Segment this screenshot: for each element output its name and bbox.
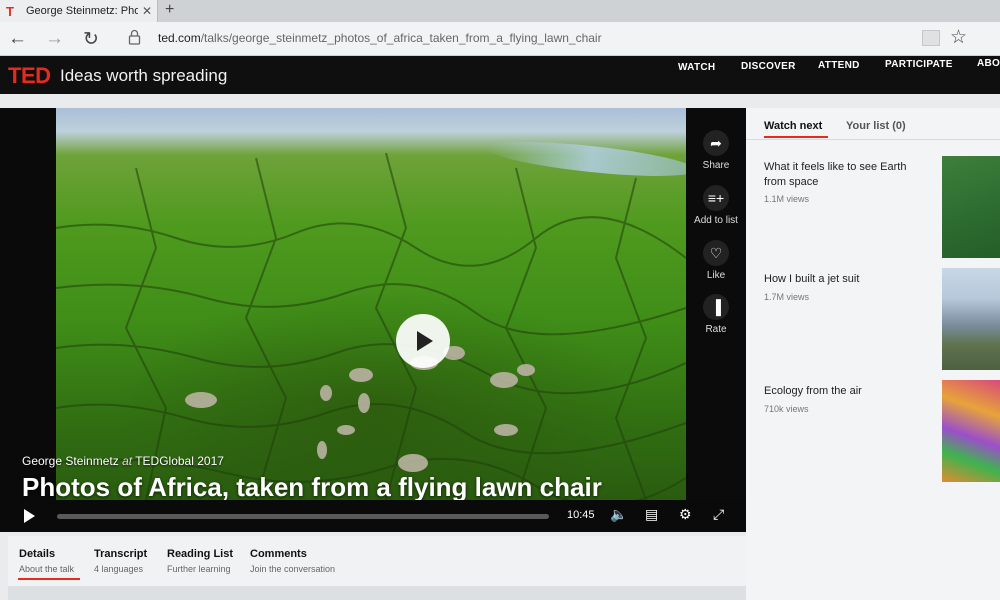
play-icon[interactable] [24, 509, 35, 523]
nav-participate[interactable]: PARTICIPATE [885, 59, 953, 70]
list-item[interactable]: What it feels like to see Earth from spa… [746, 156, 1000, 260]
tab-details-subtitle: About the talk [19, 564, 75, 574]
nav-discover[interactable]: DISCOVER [741, 61, 796, 72]
ted-logo[interactable]: TED [8, 63, 51, 89]
video-views: 1.1M views [764, 194, 810, 204]
refresh-icon[interactable]: ↻ [83, 28, 99, 51]
tab-details[interactable]: Details About the talk [19, 548, 74, 574]
nav-about[interactable]: ABOU [977, 58, 1000, 69]
close-tab-icon[interactable]: ✕ [142, 4, 152, 18]
lock-icon [128, 29, 141, 45]
rate-label: Rate [705, 324, 727, 335]
share-label: Share [702, 160, 730, 171]
browser-tab[interactable]: T George Steinmetz: Phot ✕ [0, 0, 158, 22]
page-content: ➦ Share ≡+ Add to list ♡ Like ▐ Rate Geo… [0, 94, 1000, 600]
tab-your-list[interactable]: Your list (0) [846, 120, 906, 132]
tab-reading-list[interactable]: Reading List Further learning [167, 548, 233, 574]
list-item[interactable]: Ecology from the air 710k views [746, 380, 1000, 484]
forward-icon[interactable]: → [45, 28, 64, 50]
ted-favicon-icon: T [6, 3, 14, 19]
ted-header: TED Ideas worth spreading WATCH DISCOVER… [0, 56, 1000, 94]
like-label: Like [706, 270, 726, 281]
tab-reading-list-title: Reading List [167, 548, 234, 560]
back-icon[interactable]: ← [8, 28, 27, 50]
player-side-actions: ➦ Share ≡+ Add to list ♡ Like ▐ Rate [686, 108, 746, 500]
captions-icon[interactable]: ▤ [645, 506, 658, 523]
page-bottom-divider [8, 586, 746, 600]
tab-transcript[interactable]: Transcript 4 languages [94, 548, 147, 574]
event-name[interactable]: TEDGlobal 2017 [135, 454, 224, 468]
sidebar-active-underline [764, 136, 828, 138]
rate-button[interactable]: ▐ Rate [686, 294, 746, 335]
share-button[interactable]: ➦ Share [686, 130, 746, 171]
url-field[interactable]: ted.com/talks/george_steinmetz_photos_of… [158, 31, 602, 45]
video-player[interactable]: ➦ Share ≡+ Add to list ♡ Like ▐ Rate Geo… [0, 108, 746, 532]
nav-attend[interactable]: ATTEND [818, 60, 860, 71]
like-button[interactable]: ♡ Like [686, 240, 746, 281]
screen: T George Steinmetz: Phot ✕ + ← → ↻ ted.c… [0, 0, 1000, 600]
tab-title: George Steinmetz: Phot [26, 5, 138, 17]
speaker-name[interactable]: George Steinmetz [22, 454, 119, 468]
ted-tagline: Ideas worth spreading [60, 66, 228, 85]
tab-details-title: Details [19, 548, 56, 560]
add-to-list-button[interactable]: ≡+ Add to list [686, 185, 746, 226]
tab-comments-subtitle: Join the conversation [250, 564, 336, 574]
video-thumbnail[interactable] [942, 380, 1000, 482]
address-bar-row: ← → ↻ ted.com/talks/george_steinmetz_pho… [0, 22, 1000, 56]
video-views: 710k views [764, 404, 809, 414]
active-tab-underline [18, 578, 80, 580]
volume-icon[interactable]: 🔈 [610, 506, 627, 523]
big-play-button[interactable] [396, 314, 450, 368]
new-tab-icon[interactable]: + [165, 1, 174, 19]
tab-reading-list-subtitle: Further learning [167, 564, 231, 574]
speaker-line: George Steinmetz at TEDGlobal 2017 [22, 454, 224, 468]
tab-watch-next[interactable]: Watch next [764, 120, 822, 132]
video-thumbnail[interactable] [942, 268, 1000, 370]
tab-transcript-title: Transcript [94, 548, 148, 560]
tab-comments-title: Comments [250, 548, 307, 560]
fullscreen-icon[interactable]: ⤢ [713, 506, 724, 523]
settings-icon[interactable]: ⚙ [679, 506, 692, 523]
watch-next-sidebar: Watch next Your list (0) What it feels l… [746, 108, 1000, 600]
tab-transcript-subtitle: 4 languages [94, 564, 144, 574]
list-item[interactable]: How I built a jet suit 1.7M views [746, 268, 1000, 372]
seek-bar[interactable] [57, 514, 549, 519]
url-domain: ted.com [158, 31, 201, 45]
bar-chart-icon: ▐ [703, 294, 729, 320]
add-to-list-icon: ≡+ [703, 185, 729, 211]
speaker-at: at [122, 454, 133, 468]
share-icon: ➦ [703, 130, 729, 156]
tab-comments[interactable]: Comments Join the conversation [250, 548, 335, 574]
video-title[interactable]: What it feels like to see Earth from spa… [764, 160, 924, 190]
duration: 10:45 [567, 509, 595, 521]
video-title[interactable]: How I built a jet suit [764, 272, 924, 287]
add-to-list-label: Add to list [694, 215, 738, 226]
cracked-ground-texture [56, 152, 686, 500]
favorite-star-icon[interactable]: ☆ [950, 26, 967, 49]
player-controls: 10:45 🔈 ▤ ⚙ ⤢ [0, 500, 746, 532]
talk-detail-tabs: Details About the talk Transcript 4 lang… [8, 536, 746, 586]
video-title[interactable]: Ecology from the air [764, 384, 924, 399]
nav-watch[interactable]: WATCH [678, 62, 715, 73]
browser-tab-strip: T George Steinmetz: Phot ✕ + [0, 0, 1000, 22]
url-path: /talks/george_steinmetz_photos_of_africa… [200, 31, 602, 45]
video-frame[interactable] [56, 108, 686, 500]
talk-title: Photos of Africa, taken from a flying la… [22, 472, 602, 502]
reading-view-icon[interactable] [922, 30, 940, 46]
video-thumbnail[interactable] [942, 156, 1000, 258]
video-views: 1.7M views [764, 292, 810, 302]
sidebar-tabs: Watch next Your list (0) [746, 108, 1000, 140]
heart-icon: ♡ [703, 240, 729, 266]
